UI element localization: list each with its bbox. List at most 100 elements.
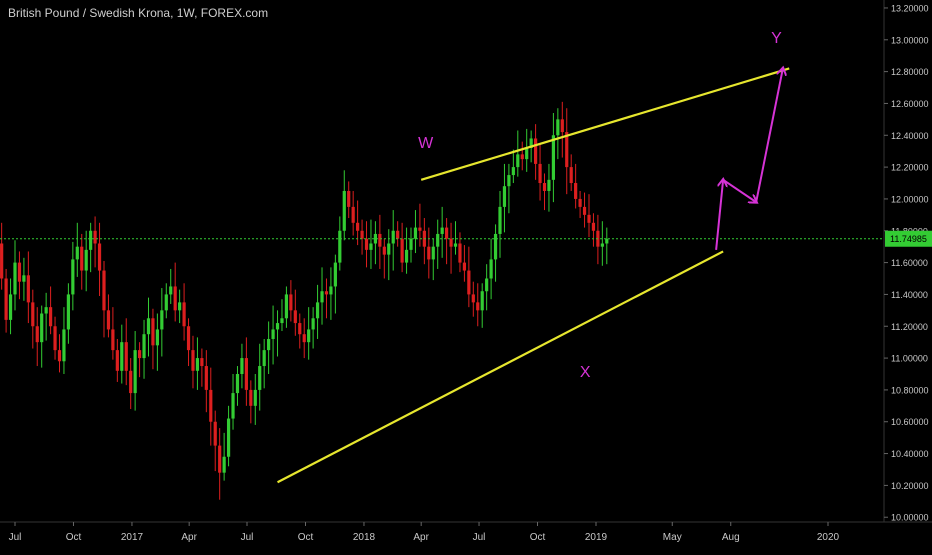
- candle-body: [22, 275, 26, 282]
- price-chart[interactable]: W X Y 13.20000 13.00000 12.80000 12.60000 12.4…: [0, 0, 932, 550]
- candle-body: [364, 238, 369, 250]
- candle-body: [173, 286, 177, 311]
- candle-body: [133, 350, 137, 394]
- candle-body: [449, 238, 453, 247]
- candle-body: [226, 418, 231, 457]
- candle-body: [569, 167, 573, 184]
- candle-body: [462, 262, 467, 271]
- y-tick-label: 10.00000: [891, 513, 929, 523]
- candles-layer: [0, 101, 609, 500]
- candle-body: [137, 350, 142, 359]
- projection-arrow-1: [715, 180, 723, 250]
- candle-body: [511, 167, 515, 176]
- candle-body: [418, 227, 422, 231]
- candle-body: [102, 270, 106, 311]
- candle-body: [93, 230, 97, 244]
- candle-body: [427, 246, 431, 260]
- trendline-1: [420, 67, 790, 181]
- candle-body: [320, 291, 324, 303]
- candle-body: [35, 326, 39, 343]
- candle-body: [556, 119, 560, 136]
- chart-stage[interactable]: W X Y 13.20000 13.00000 12.80000 12.60000 12.4…: [0, 0, 932, 550]
- y-tick-label: 11.60000: [891, 258, 928, 268]
- candle-body: [329, 286, 333, 295]
- candle-body: [436, 233, 440, 247]
- candle-body: [44, 307, 48, 314]
- candle-body: [75, 246, 79, 260]
- candle-body: [204, 366, 208, 390]
- projection-arrow-3: [755, 68, 783, 203]
- candle-body: [605, 238, 609, 244]
- candle-body: [400, 238, 404, 263]
- x-tick-label: Oct: [66, 532, 82, 543]
- candle-body: [17, 262, 22, 282]
- candle-body: [284, 294, 289, 319]
- wave-label-w: W: [418, 135, 434, 152]
- candle-body: [315, 302, 320, 319]
- candle-body: [391, 230, 395, 244]
- x-tick-label: 2017: [121, 532, 144, 543]
- candle-body: [271, 329, 275, 339]
- candle-body: [516, 154, 520, 168]
- y-tick-label: 12.40000: [891, 131, 929, 141]
- candle-body: [57, 350, 62, 362]
- candle-body: [480, 291, 484, 311]
- candle-body: [582, 206, 587, 215]
- candle-body: [249, 389, 253, 406]
- y-tick-label: 10.20000: [891, 481, 929, 491]
- candle-body: [302, 334, 306, 343]
- y-tick-label: 10.60000: [891, 417, 929, 427]
- x-tick-label: Oct: [298, 532, 314, 543]
- projection-arrow-2: [722, 179, 756, 202]
- candle-body: [356, 222, 360, 231]
- candle-body: [80, 246, 84, 271]
- candle-body: [453, 243, 458, 247]
- candle-body: [31, 302, 35, 327]
- x-tick-label: Jul: [473, 532, 486, 543]
- candle-body: [129, 370, 133, 394]
- candle-body: [574, 183, 578, 199]
- y-tick-label: 10.40000: [891, 449, 929, 459]
- y-tick-label: 11.40000: [891, 290, 928, 300]
- candle-body: [538, 163, 542, 184]
- candle-body: [186, 326, 191, 351]
- candle-body: [142, 334, 146, 359]
- candle-body: [71, 259, 75, 295]
- candle-body: [218, 445, 222, 473]
- x-tick-label: May: [663, 532, 682, 543]
- candle-body: [507, 175, 511, 187]
- chart-title: British Pound / Swedish Krona, 1W, FOREX…: [8, 6, 269, 20]
- candle-body: [404, 249, 409, 263]
- x-tick-label: 2018: [353, 532, 376, 543]
- price-badge-label: 11.74985: [890, 234, 927, 244]
- y-tick-label: 12.00000: [891, 194, 929, 204]
- candle-body: [84, 249, 88, 271]
- candle-body: [471, 294, 475, 303]
- candle-body: [351, 206, 355, 223]
- candle-body: [360, 230, 364, 239]
- candle-body: [396, 230, 400, 239]
- candle-body: [240, 358, 244, 374]
- candle-body: [40, 313, 44, 343]
- candle-body: [542, 183, 547, 191]
- candle-body: [213, 421, 217, 446]
- candle-body: [431, 246, 435, 260]
- candle-body: [231, 393, 235, 419]
- candle-body: [289, 294, 293, 311]
- y-tick-label: 12.80000: [891, 67, 929, 77]
- candle-body: [146, 318, 151, 335]
- candle-body: [195, 358, 200, 371]
- candle-body: [267, 338, 271, 351]
- candle-body: [178, 302, 182, 311]
- candle-body: [89, 230, 93, 250]
- candle-body: [169, 286, 173, 295]
- candle-body: [280, 318, 284, 324]
- candle-body: [8, 294, 13, 320]
- candle-body: [222, 456, 226, 473]
- candle-body: [498, 206, 502, 234]
- candle-body: [324, 291, 329, 295]
- x-tick-label: Apr: [181, 532, 197, 543]
- candle-body: [26, 275, 30, 303]
- candle-body: [124, 342, 128, 371]
- wave-label-x: X: [580, 364, 591, 381]
